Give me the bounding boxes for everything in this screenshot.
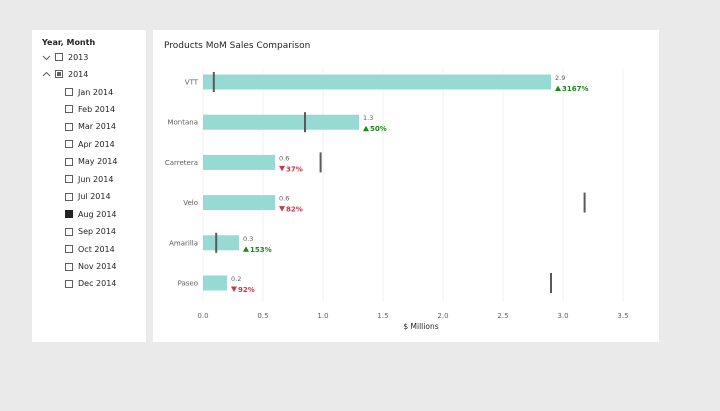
change-label: 3167% bbox=[562, 85, 589, 93]
slicer-item-month[interactable]: Jun 2014 bbox=[65, 173, 113, 185]
change-label: 153% bbox=[250, 246, 272, 254]
slicer-item-month[interactable]: Jan 2014 bbox=[65, 86, 113, 98]
x-tick-label: 2.0 bbox=[437, 312, 448, 320]
category-label: Paseo bbox=[178, 280, 198, 288]
slicer-item-month[interactable]: Apr 2014 bbox=[65, 138, 115, 150]
x-tick-label: 1.5 bbox=[377, 312, 388, 320]
x-tick-label: 0.5 bbox=[257, 312, 268, 320]
slicer-item-month[interactable]: May 2014 bbox=[65, 156, 117, 168]
month-checkbox[interactable] bbox=[65, 157, 73, 166]
category-label: Montana bbox=[167, 119, 198, 127]
x-tick-label: 3.0 bbox=[557, 312, 568, 320]
slicer-month-label: Mar 2014 bbox=[78, 122, 116, 132]
bar[interactable] bbox=[203, 195, 275, 211]
triangle-up-icon bbox=[363, 125, 369, 132]
slicer-month-label: Aug 2014 bbox=[78, 209, 117, 219]
slicer-month-label: Nov 2014 bbox=[78, 262, 117, 271]
month-checkbox[interactable] bbox=[65, 210, 73, 219]
triangle-up-icon bbox=[555, 85, 561, 91]
month-checkbox[interactable] bbox=[65, 140, 73, 149]
triangle-down-icon bbox=[231, 286, 237, 292]
bar[interactable] bbox=[203, 154, 275, 170]
slicer-month-label: Dec 2014 bbox=[78, 279, 117, 289]
year-checkbox[interactable] bbox=[55, 70, 63, 78]
chevron-up-icon[interactable] bbox=[42, 70, 51, 79]
slicer-year-label: 2013 bbox=[68, 52, 89, 62]
slicer-month-label: May 2014 bbox=[78, 157, 118, 167]
slicer-item-month[interactable]: Sep 2014 bbox=[65, 226, 116, 238]
value-label: 0.2 bbox=[231, 275, 241, 283]
previous-month-marker bbox=[583, 192, 586, 213]
slicer-month-label: Oct 2014 bbox=[78, 244, 115, 254]
change-label: 50% bbox=[370, 125, 387, 133]
slicer-month-label: Sep 2014 bbox=[78, 227, 116, 237]
category-label: VTT bbox=[185, 79, 199, 87]
category-label: Velo bbox=[183, 199, 198, 207]
month-checkbox[interactable] bbox=[65, 245, 73, 254]
value-label: 0.6 bbox=[279, 154, 289, 162]
triangle-up-icon bbox=[243, 246, 249, 252]
x-tick-label: 3.5 bbox=[617, 312, 628, 320]
triangle-down-icon bbox=[279, 165, 285, 172]
bar[interactable] bbox=[203, 114, 359, 130]
category-label: Carretera bbox=[165, 159, 198, 167]
year-checkbox[interactable] bbox=[55, 53, 63, 61]
x-tick-label: 1.0 bbox=[317, 312, 328, 320]
chevron-down-icon[interactable] bbox=[42, 53, 51, 62]
value-label: 0.6 bbox=[279, 195, 289, 203]
month-checkbox[interactable] bbox=[65, 227, 73, 236]
slicer-month-label: Jun 2014 bbox=[78, 174, 114, 184]
value-label: 1.3 bbox=[363, 114, 373, 122]
category-label: Amarilla bbox=[169, 239, 198, 247]
change-label: 37% bbox=[286, 165, 303, 173]
triangle-down-icon bbox=[279, 206, 285, 212]
year-month-slicer: Year, Month 2013 2014 Jan 2014 Feb 2014 Mar … bbox=[32, 30, 146, 342]
slicer-year-2013[interactable]: 2013 bbox=[42, 51, 88, 63]
slicer-month-label: Jul 2014 bbox=[78, 192, 111, 202]
x-axis-title: $ Millions bbox=[403, 322, 438, 331]
month-checkbox[interactable] bbox=[65, 262, 73, 271]
previous-month-marker bbox=[550, 273, 552, 293]
month-checkbox[interactable] bbox=[65, 192, 73, 201]
change-label: 82% bbox=[286, 206, 303, 214]
previous-month-marker bbox=[215, 232, 218, 253]
slicer-month-label: Feb 2014 bbox=[78, 104, 116, 114]
slicer-item-month[interactable]: Nov 2014 bbox=[65, 261, 117, 273]
month-checkbox[interactable] bbox=[65, 122, 73, 131]
bar[interactable] bbox=[203, 235, 239, 251]
slicer-year-label: 2014 bbox=[68, 69, 89, 79]
month-checkbox[interactable] bbox=[65, 175, 73, 184]
slicer-item-month[interactable]: Oct 2014 bbox=[65, 243, 115, 255]
previous-month-marker bbox=[212, 72, 215, 92]
slicer-item-month[interactable]: Dec 2014 bbox=[65, 278, 116, 290]
bar[interactable] bbox=[203, 74, 551, 90]
slicer-item-month[interactable]: Mar 2014 bbox=[65, 121, 116, 133]
slicer-month-label: Jan 2014 bbox=[78, 87, 114, 97]
x-tick-label: 2.5 bbox=[497, 312, 508, 320]
bar[interactable] bbox=[203, 275, 227, 291]
value-label: 0.3 bbox=[243, 235, 253, 243]
month-checkbox[interactable] bbox=[65, 88, 73, 96]
previous-month-marker bbox=[304, 112, 306, 133]
x-tick-label: 0.0 bbox=[197, 312, 208, 320]
slicer-month-label: Apr 2014 bbox=[78, 139, 115, 149]
month-checkbox[interactable] bbox=[65, 105, 73, 114]
slicer-year-2014[interactable]: 2014 bbox=[42, 68, 88, 80]
change-label: 92% bbox=[238, 286, 255, 294]
slicer-item-month[interactable]: Feb 2014 bbox=[65, 103, 115, 115]
value-label: 2.9 bbox=[555, 74, 565, 82]
slicer-title: Year, Month bbox=[42, 38, 96, 47]
previous-month-marker bbox=[319, 152, 322, 173]
bar-chart: 0.0 0.5 1.0 1.5 2.0 2.5 3.0 3.5 $ Millions VTT 2.9… bbox=[165, 68, 629, 331]
slicer-item-month[interactable]: Aug 2014 bbox=[65, 208, 117, 220]
month-checkbox[interactable] bbox=[65, 279, 73, 288]
slicer-item-month[interactable]: Jul 2014 bbox=[65, 191, 111, 203]
chart-panel: Products MoM Sales Comparison 0.0 0.5 1.0 1… bbox=[153, 30, 659, 342]
